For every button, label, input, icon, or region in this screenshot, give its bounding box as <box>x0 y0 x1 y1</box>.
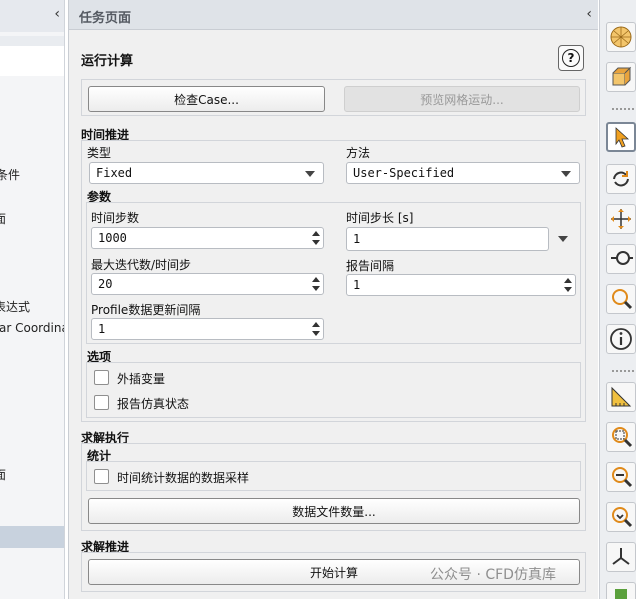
info-icon[interactable] <box>606 324 636 354</box>
tree-item[interactable]: 条件 <box>0 166 20 183</box>
report-interval-input[interactable]: 1 <box>346 274 576 296</box>
extrapolate-variables-label: 外插变量 <box>117 372 166 386</box>
time-step-size-options-chevron-icon[interactable] <box>558 236 568 242</box>
select-arrow-icon[interactable] <box>606 122 636 152</box>
time-steps-value: 1000 <box>98 231 127 245</box>
wechat-watermark: 公众号 · CFD仿真库 <box>430 567 556 583</box>
axes-icon[interactable] <box>606 542 636 572</box>
time-steps-input[interactable]: 1000 <box>91 227 324 249</box>
report-interval-value: 1 <box>353 278 361 292</box>
zoom-box-icon[interactable] <box>606 422 636 452</box>
zoom-out-icon[interactable] <box>606 462 636 492</box>
method-dropdown[interactable]: User-Specified <box>346 162 580 184</box>
chevron-down-icon <box>305 171 315 177</box>
ruler-icon[interactable] <box>606 382 636 412</box>
tree-item[interactable]: 面 <box>0 210 6 227</box>
time-steps-label: 时间步数 <box>91 211 140 225</box>
tree-item[interactable]: 表达式 <box>0 298 30 315</box>
pan-icon[interactable] <box>606 204 636 234</box>
rotate-icon[interactable] <box>606 164 636 194</box>
chevron-down-icon <box>561 171 571 177</box>
time-step-size-input[interactable]: 1 <box>346 227 549 251</box>
preview-mesh-motion-button[interactable]: 预览网格运动... <box>344 86 580 112</box>
time-step-size-label: 时间步长 [s] <box>346 211 414 225</box>
profile-update-interval-label: Profile数据更新间隔 <box>91 303 201 317</box>
type-label: 类型 <box>87 146 112 160</box>
zoom-fit-icon[interactable] <box>606 502 636 532</box>
collapse-left-chevron-icon[interactable]: ‹ <box>54 6 60 22</box>
task-page-panel: 任务页面 ‹ 运行计算 ? 检查Case... 预览网格运动... 时间推进 类… <box>68 0 598 599</box>
collapse-task-chevron-icon[interactable]: ‹ <box>586 6 592 22</box>
outline-tree-header: ‹ <box>0 0 64 32</box>
task-page-title: 任务页面 <box>79 11 132 26</box>
data-file-quantity-button[interactable]: 数据文件数量... <box>88 498 580 524</box>
toolbar-separator <box>612 370 634 372</box>
toolbar-separator <box>612 108 634 110</box>
max-iterations-input[interactable]: 20 <box>91 273 324 295</box>
help-icon: ? <box>562 49 580 67</box>
cube-view-icon[interactable] <box>606 62 636 92</box>
type-dropdown[interactable]: Fixed <box>89 162 324 184</box>
run-calc-heading: 运行计算 <box>81 54 134 69</box>
time-step-size-value: 1 <box>353 232 361 246</box>
report-simulation-status-label: 报告仿真状态 <box>117 397 190 411</box>
type-dropdown-value: Fixed <box>96 166 133 180</box>
max-iterations-label: 最大迭代数/时间步 <box>91 258 192 272</box>
spinner-icon[interactable] <box>311 230 321 246</box>
task-page-header: 任务页面 ‹ <box>69 0 598 30</box>
tree-row-band <box>0 36 64 46</box>
time-statistics-sampling-checkbox[interactable] <box>94 469 109 484</box>
check-case-button[interactable]: 检查Case... <box>88 86 325 112</box>
tree-item[interactable]: 面 <box>0 466 6 483</box>
profile-update-interval-value: 1 <box>98 322 106 336</box>
time-statistics-sampling-label: 时间统计数据的数据采样 <box>117 471 250 485</box>
tree-item[interactable]: ar Coordina <box>0 321 64 335</box>
zoom-probe-icon[interactable] <box>606 244 636 274</box>
graphics-toolbar <box>599 0 636 599</box>
method-dropdown-value: User-Specified <box>353 166 455 180</box>
report-interval-label: 报告间隔 <box>346 259 395 273</box>
zoom-icon[interactable] <box>606 284 636 314</box>
extrapolate-variables-checkbox[interactable] <box>94 370 109 385</box>
sphere-mesh-icon[interactable] <box>606 22 636 52</box>
help-button[interactable]: ? <box>558 45 584 71</box>
toolbar-overflow-icon[interactable] <box>606 582 636 599</box>
max-iterations-value: 20 <box>98 277 113 291</box>
profile-update-interval-input[interactable]: 1 <box>91 318 324 340</box>
spinner-icon[interactable] <box>311 276 321 292</box>
spinner-icon[interactable] <box>311 321 321 337</box>
tree-row-band <box>0 46 64 76</box>
report-simulation-status-checkbox[interactable] <box>94 395 109 410</box>
tree-item-selected[interactable] <box>0 526 64 548</box>
outline-tree-panel: ‹ 条件 面 表达式 ar Coordina 面 <box>0 0 65 599</box>
spinner-icon[interactable] <box>563 277 573 293</box>
method-label: 方法 <box>346 146 371 160</box>
